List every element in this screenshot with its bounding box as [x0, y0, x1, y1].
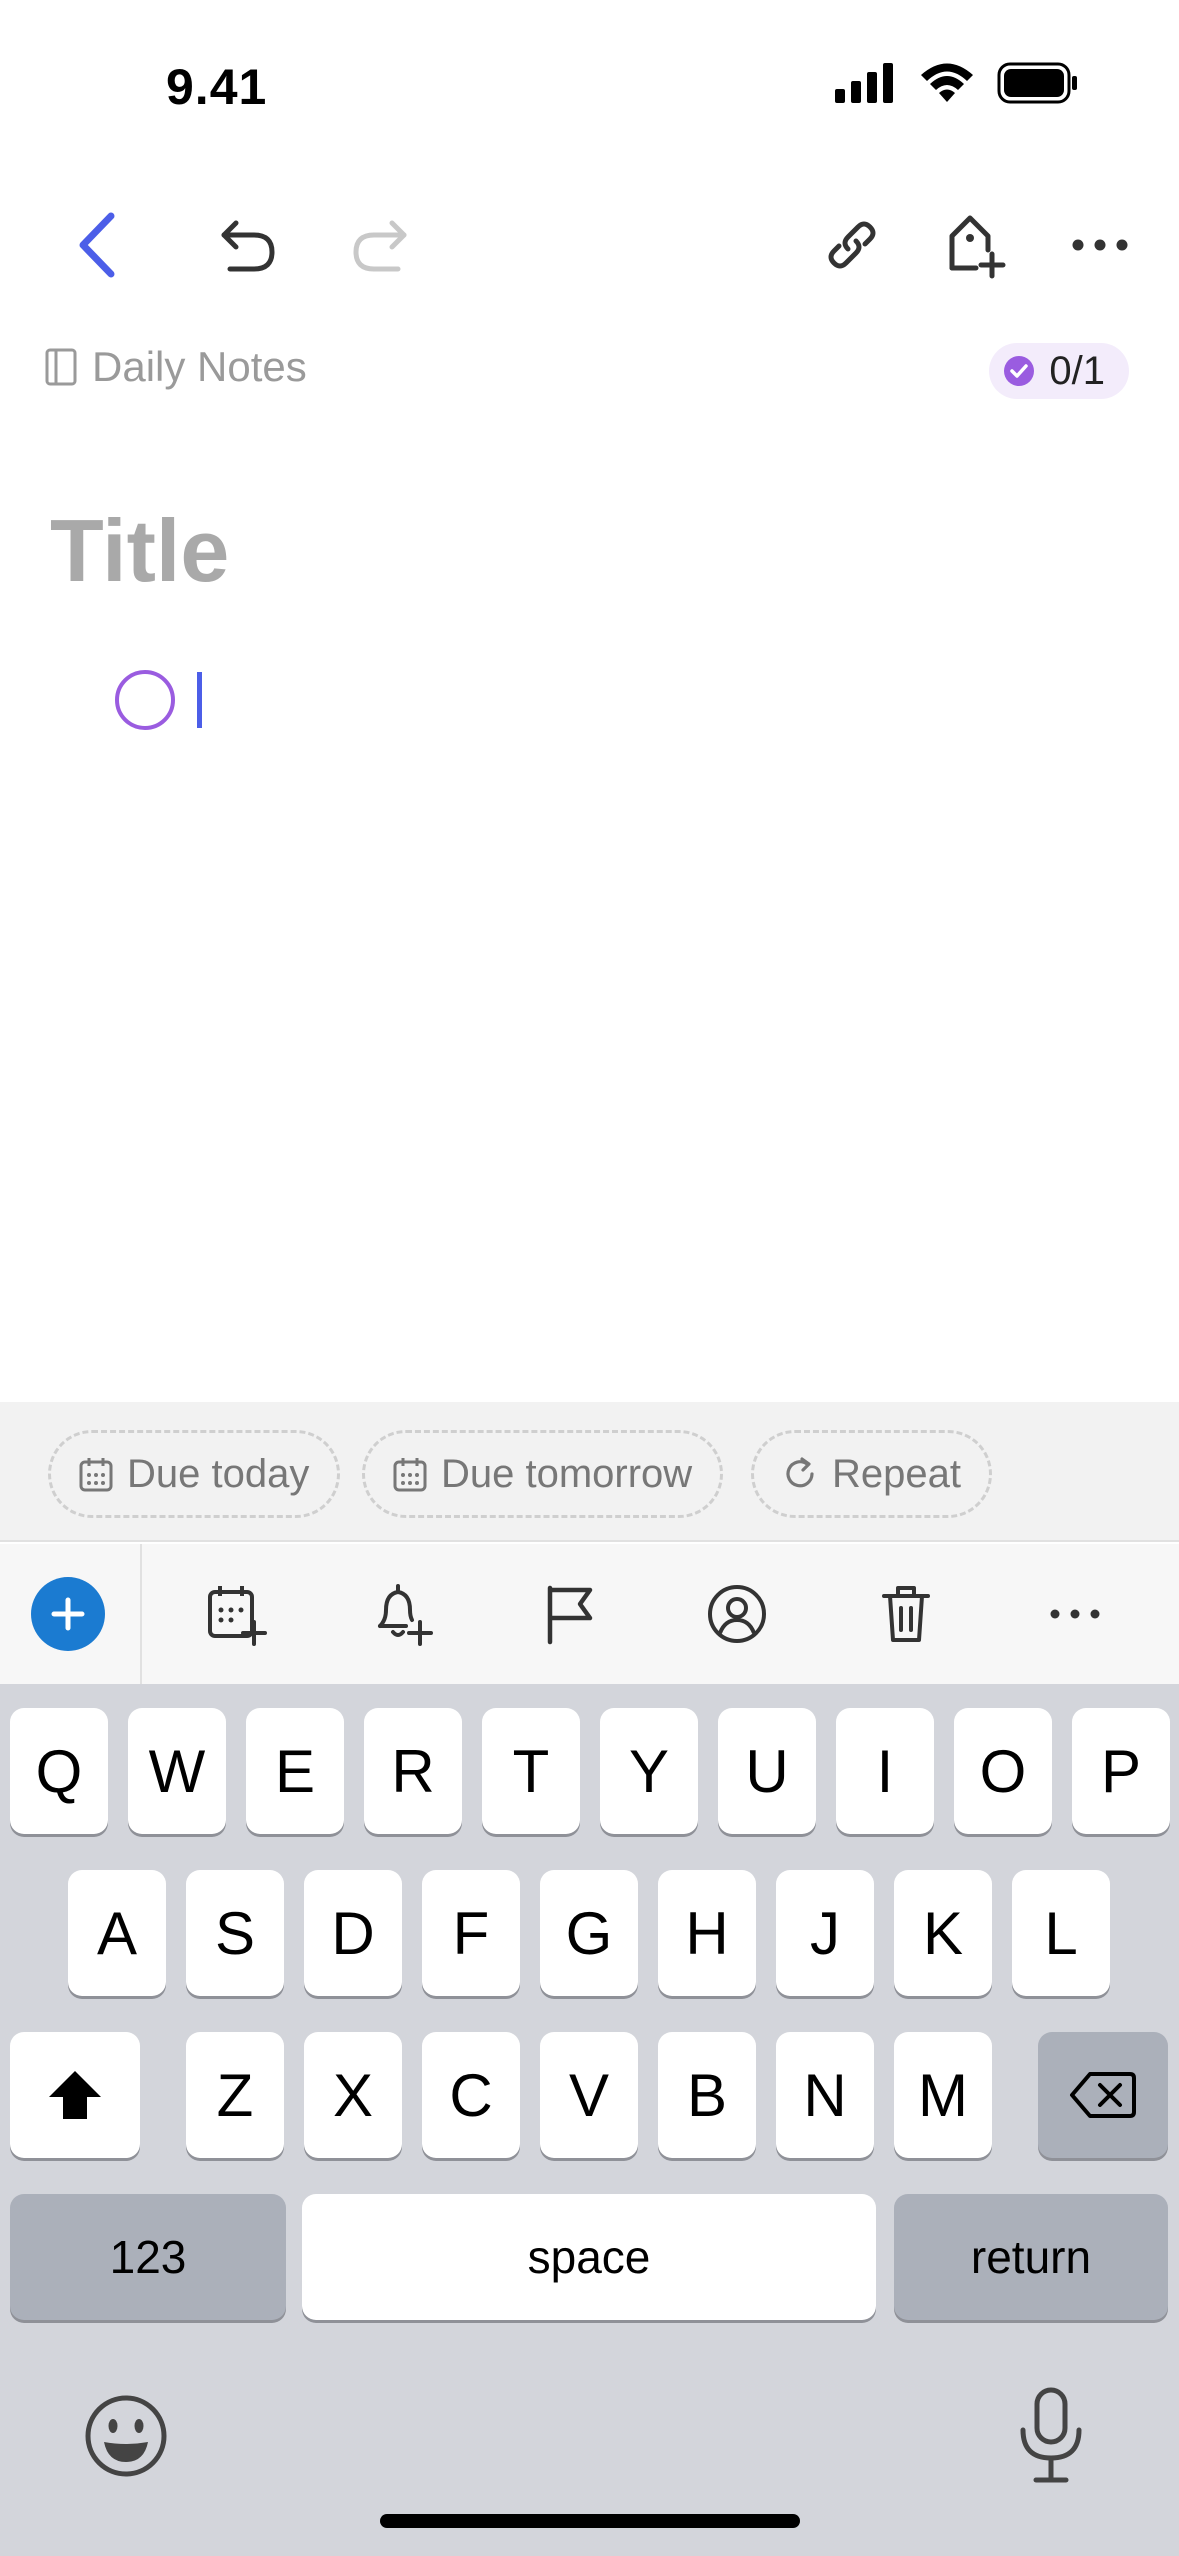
keyboard: Q W E R T Y U I O P A S D F G H J K L Z …: [0, 1684, 1179, 2556]
home-indicator[interactable]: [380, 2514, 800, 2528]
key-s[interactable]: S: [186, 1870, 284, 1996]
set-reminder-button[interactable]: [352, 1564, 452, 1664]
key-m[interactable]: M: [894, 2032, 992, 2158]
delete-button[interactable]: [856, 1564, 956, 1664]
nav-toolbar: [0, 190, 1179, 300]
key-k[interactable]: K: [894, 1870, 992, 1996]
key-j[interactable]: J: [776, 1870, 874, 1996]
repeat-chip[interactable]: Repeat: [751, 1430, 992, 1518]
due-tomorrow-label: Due tomorrow: [441, 1451, 693, 1496]
key-x[interactable]: X: [304, 2032, 402, 2158]
set-priority-button[interactable]: [520, 1564, 620, 1664]
quick-chips-bar: Due today Due tomorrow Repeat: [0, 1402, 1179, 1542]
key-v[interactable]: V: [540, 2032, 638, 2158]
redo-button[interactable]: [330, 190, 430, 300]
key-l[interactable]: L: [1012, 1870, 1110, 1996]
flag-icon: [547, 1585, 593, 1645]
key-w[interactable]: W: [128, 1708, 226, 1834]
shift-icon: [49, 2071, 101, 2119]
key-n[interactable]: N: [776, 2032, 874, 2158]
title-input[interactable]: Title: [50, 500, 229, 602]
more-button[interactable]: [1050, 190, 1150, 300]
link-icon: [828, 221, 876, 269]
add-button[interactable]: [18, 1564, 118, 1664]
key-z[interactable]: Z: [186, 2032, 284, 2158]
redo-icon: [353, 220, 407, 272]
add-tag-button[interactable]: [925, 190, 1025, 300]
microphone-icon: [1020, 2387, 1082, 2483]
key-b[interactable]: B: [658, 2032, 756, 2158]
numbers-key[interactable]: 123: [10, 2194, 286, 2320]
due-today-label: Due today: [127, 1451, 310, 1496]
return-key[interactable]: return: [894, 2194, 1168, 2320]
repeat-label: Repeat: [832, 1451, 961, 1496]
status-icons: [835, 62, 1079, 104]
notebook-label: Daily Notes: [92, 343, 307, 390]
key-p[interactable]: P: [1072, 1708, 1170, 1834]
emoji-button[interactable]: [80, 2390, 172, 2482]
space-key[interactable]: space: [302, 2194, 876, 2320]
reminder-add-icon: [378, 1584, 433, 1646]
key-a[interactable]: A: [68, 1870, 166, 1996]
task-item[interactable]: [115, 668, 202, 732]
calendar-icon: [79, 1458, 113, 1492]
key-y[interactable]: Y: [600, 1708, 698, 1834]
check-circle-icon: [1004, 356, 1035, 386]
status-time: 9.41: [166, 59, 268, 115]
task-progress-badge[interactable]: 0/1: [989, 343, 1129, 399]
undo-icon: [221, 220, 275, 272]
battery-icon: [997, 62, 1077, 104]
notebook-selector[interactable]: Daily Notes: [44, 343, 307, 391]
notebook-icon: [45, 348, 77, 386]
shift-key[interactable]: [10, 2032, 140, 2158]
toolbar-more-button[interactable]: [1025, 1564, 1125, 1664]
key-q[interactable]: Q: [10, 1708, 108, 1834]
repeat-icon: [786, 1457, 814, 1488]
calendar-add-icon: [208, 1586, 267, 1646]
key-u[interactable]: U: [718, 1708, 816, 1834]
link-button[interactable]: [802, 190, 902, 300]
task-progress-count: 0/1: [1049, 348, 1105, 393]
backspace-icon: [1070, 2072, 1136, 2118]
key-r[interactable]: R: [364, 1708, 462, 1834]
key-o[interactable]: O: [954, 1708, 1052, 1834]
key-g[interactable]: G: [540, 1870, 638, 1996]
backspace-key[interactable]: [1038, 2032, 1168, 2158]
more-icon: [1050, 1609, 1100, 1619]
tag-add-icon: [949, 215, 1006, 279]
key-i[interactable]: I: [836, 1708, 934, 1834]
toolbar-divider: [140, 1544, 142, 1684]
due-tomorrow-chip[interactable]: Due tomorrow: [362, 1430, 724, 1518]
wifi-icon: [921, 63, 973, 102]
key-d[interactable]: D: [304, 1870, 402, 1996]
undo-button[interactable]: [198, 190, 298, 300]
cellular-signal-icon: [835, 63, 893, 103]
more-icon: [1072, 239, 1128, 251]
emoji-icon: [85, 2395, 167, 2477]
back-button[interactable]: [48, 190, 148, 300]
key-h[interactable]: H: [658, 1870, 756, 1996]
back-icon: [79, 212, 115, 278]
key-f[interactable]: F: [422, 1870, 520, 1996]
due-today-chip[interactable]: Due today: [48, 1430, 341, 1518]
calendar-icon: [393, 1458, 427, 1492]
add-icon: [31, 1577, 105, 1651]
task-action-toolbar: [0, 1544, 1179, 1684]
key-e[interactable]: E: [246, 1708, 344, 1834]
status-bar: 9.41: [0, 0, 1179, 170]
assignee-icon: [708, 1585, 766, 1643]
trash-icon: [882, 1586, 930, 1642]
key-c[interactable]: C: [422, 2032, 520, 2158]
set-date-button[interactable]: [186, 1564, 286, 1664]
text-caret: [197, 672, 202, 728]
key-t[interactable]: T: [482, 1708, 580, 1834]
assign-button[interactable]: [687, 1564, 787, 1664]
dictation-button[interactable]: [1010, 2386, 1092, 2486]
note-meta-row: Daily Notes 0/1: [0, 335, 1179, 405]
task-checkbox[interactable]: [115, 670, 175, 730]
